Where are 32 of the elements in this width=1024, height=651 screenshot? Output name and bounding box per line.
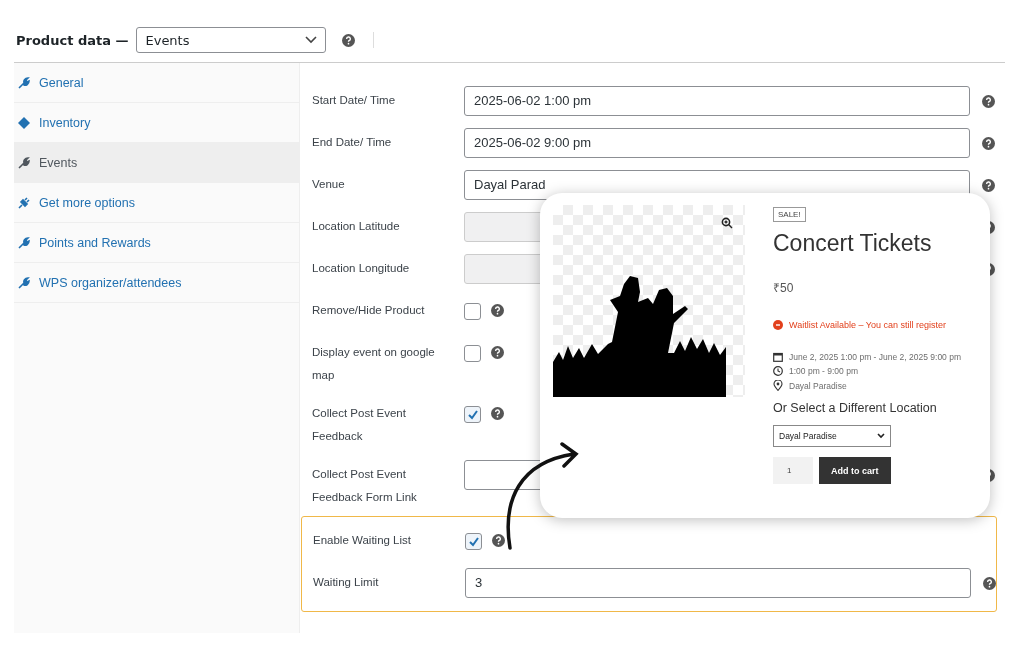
text-field[interactable]: 2025-06-02 1:00 pm: [464, 86, 970, 116]
event-venue: Dayal Paradise: [789, 380, 847, 391]
sidebar-tab[interactable]: Events: [14, 143, 299, 183]
text-field[interactable]: 3: [465, 568, 971, 598]
waitlist-notice: Waitlist Available – You can still register: [789, 320, 947, 330]
field-label: Display event on google map: [312, 345, 436, 383]
location-select[interactable]: Dayal Paradise: [773, 425, 891, 447]
quantity-field[interactable]: 1: [773, 457, 813, 484]
field-label: Waiting Limit: [313, 575, 380, 590]
field-label: Location Latitude: [312, 219, 401, 234]
field-label: Enable Waiting List: [313, 533, 412, 548]
field-label: Location Longitude: [312, 261, 411, 276]
panel-title: Product data —: [16, 32, 129, 48]
sidebar-tab[interactable]: Get more options: [14, 183, 299, 223]
sidebar-tab[interactable]: Points and Rewards: [14, 223, 299, 263]
field-label: Collect Post Event Feedback Form Link: [312, 467, 418, 505]
sale-badge: SALE!: [773, 207, 806, 222]
add-to-cart-button[interactable]: Add to cart: [819, 457, 891, 484]
field-label: Start Date/ Time: [312, 93, 397, 108]
field-label: Remove/Hide Product: [312, 303, 426, 318]
product-title: Concert Tickets: [773, 230, 932, 257]
event-date: June 2, 2025 1:00 pm - June 2, 2025 9:00 pm: [789, 352, 961, 362]
field-label: Collect Post Event Feedback: [312, 406, 407, 444]
field-label: End Date/ Time: [312, 135, 393, 150]
text-field[interactable]: 2025-06-02 9:00 pm: [464, 128, 970, 158]
product-type-select[interactable]: Events: [136, 27, 327, 53]
location-heading: Or Select a Different Location: [773, 401, 937, 415]
event-time: 1:00 pm - 9:00 pm: [789, 366, 858, 376]
sidebar-tab[interactable]: General: [14, 63, 299, 103]
field-label: Venue: [312, 177, 346, 192]
sidebar-tab[interactable]: WPS organizer/attendees: [14, 263, 299, 303]
price: ₹50: [773, 280, 794, 296]
